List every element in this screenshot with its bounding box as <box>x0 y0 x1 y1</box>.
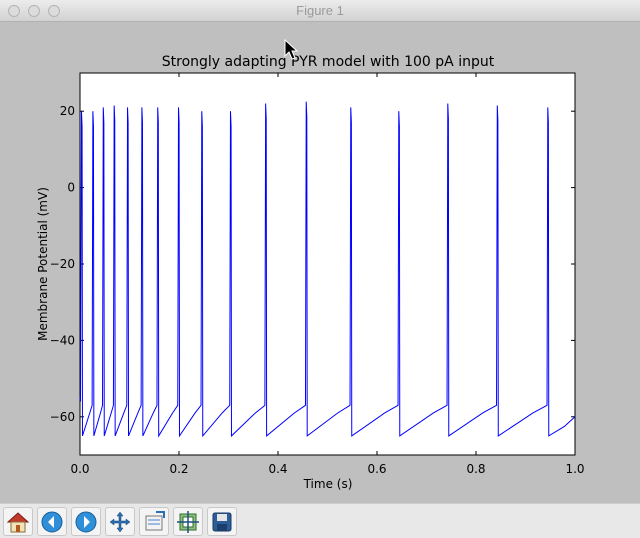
y-tick-label: −60 <box>50 410 75 424</box>
back-icon <box>41 511 63 533</box>
chart-title: Strongly adapting PYR model with 100 pA … <box>162 54 495 70</box>
save-button[interactable] <box>207 507 237 536</box>
y-tick-label: −20 <box>50 257 75 271</box>
pan-button[interactable] <box>105 507 135 536</box>
save-icon <box>212 512 232 532</box>
x-tick-label: 0.6 <box>367 462 386 476</box>
plot-area <box>79 72 576 456</box>
figure-canvas[interactable]: Strongly adapting PYR model with 100 pA … <box>0 22 640 503</box>
y-axis-label: Membrane Potential (mV) <box>36 187 50 341</box>
zoom-icon <box>145 511 165 531</box>
forward-icon <box>75 511 97 533</box>
zoom-button[interactable] <box>139 507 169 536</box>
window-titlebar: Figure 1 <box>0 0 640 22</box>
subplots-icon <box>177 511 199 533</box>
x-tick-label: 1.0 <box>565 462 584 476</box>
mouse-cursor-icon <box>284 39 298 60</box>
pan-icon <box>109 511 131 533</box>
y-tick-label: 20 <box>60 104 75 118</box>
back-button[interactable] <box>37 507 67 536</box>
navigation-toolbar <box>0 503 640 538</box>
home-icon <box>6 512 30 533</box>
home-button[interactable] <box>3 507 33 536</box>
x-tick-label: 0.2 <box>169 462 188 476</box>
configure-subplots-button[interactable] <box>173 507 203 536</box>
x-tick-label: 0.8 <box>466 462 485 476</box>
x-axis-label: Time (s) <box>303 477 353 491</box>
forward-button[interactable] <box>71 507 101 536</box>
y-tick-label: −40 <box>50 333 75 347</box>
window-title: Figure 1 <box>296 3 344 18</box>
x-tick-label: 0.4 <box>268 462 287 476</box>
y-tick-label: 0 <box>67 181 75 195</box>
x-tick-label: 0.0 <box>70 462 89 476</box>
membrane-potential-chart: Strongly adapting PYR model with 100 pA … <box>36 54 585 491</box>
